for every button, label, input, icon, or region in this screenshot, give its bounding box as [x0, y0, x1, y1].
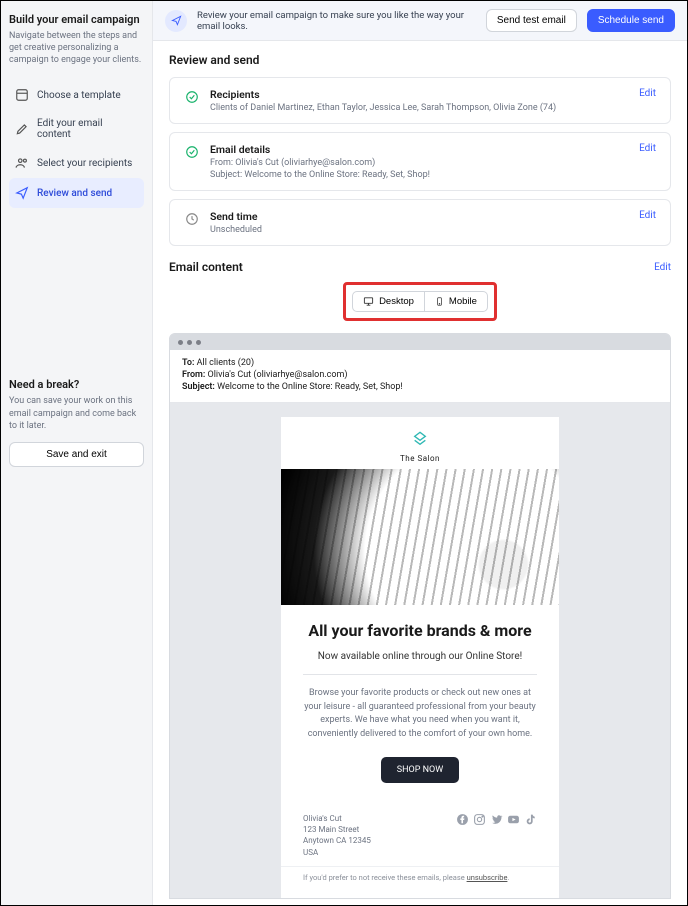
break-title: Need a break?: [9, 378, 144, 391]
card-title: Email details: [210, 143, 629, 156]
unsubscribe-line: If you'd prefer to not receive these ema…: [281, 866, 559, 898]
sidebar: Build your email campaign Navigate betwe…: [1, 1, 153, 905]
card-email-details: Email details From: Olivia's Cut (olivia…: [169, 132, 671, 191]
step-label: Select your recipients: [37, 158, 132, 169]
send-icon: [15, 186, 29, 200]
edit-details-link[interactable]: Edit: [639, 143, 656, 154]
card-title: Send time: [210, 210, 629, 223]
shop-now-button[interactable]: SHOP NOW: [381, 757, 459, 783]
email-body-text: Browse your favorite products or check o…: [303, 687, 537, 741]
email-subhead: Now available online through our Online …: [303, 651, 537, 662]
schedule-send-button[interactable]: Schedule send: [587, 9, 675, 32]
step-review-send[interactable]: Review and send: [9, 178, 144, 208]
desktop-preview-button[interactable]: Desktop: [352, 291, 425, 312]
addr-line2: Anytown CA 12345: [303, 835, 371, 846]
preview-frame: To: All clients (20) From: Olivia's Cut …: [169, 333, 671, 899]
window-traffic-lights: [170, 334, 670, 350]
subject-label: Subject:: [182, 382, 215, 392]
hero-image: [281, 469, 559, 605]
facebook-icon[interactable]: [456, 813, 469, 826]
step-choose-template[interactable]: Choose a template: [9, 80, 144, 110]
card-send-time: Send time Unscheduled Edit: [169, 199, 671, 246]
step-edit-content[interactable]: Edit your email content: [9, 110, 144, 148]
email-content-label: Email content: [169, 260, 243, 274]
edit-recipients-link[interactable]: Edit: [639, 88, 656, 99]
card-sub: Clients of Daniel Martinez, Ethan Taylor…: [210, 103, 629, 113]
preview-meta: To: All clients (20) From: Olivia's Cut …: [170, 350, 670, 403]
preview-toggle-highlight: Desktop Mobile: [343, 282, 497, 321]
subject-value: Welcome to the Online Store: Ready, Set,…: [217, 382, 403, 392]
addr-name: Olivia's Cut: [303, 813, 371, 824]
check-icon: [184, 89, 200, 105]
users-icon: [15, 156, 29, 170]
step-label: Review and send: [37, 188, 112, 199]
topbar-message: Review your email campaign to make sure …: [197, 10, 476, 32]
save-and-exit-button[interactable]: Save and exit: [9, 442, 144, 467]
twitter-icon[interactable]: [490, 813, 503, 826]
social-icons: [456, 813, 537, 826]
step-select-recipients[interactable]: Select your recipients: [9, 148, 144, 178]
tiktok-icon[interactable]: [524, 813, 537, 826]
divider: [303, 674, 537, 675]
edit-email-content-link[interactable]: Edit: [654, 262, 671, 273]
instagram-icon[interactable]: [473, 813, 486, 826]
to-label: To:: [182, 358, 194, 368]
addr-line1: 123 Main Street: [303, 824, 371, 835]
email-logo: The Salon: [281, 417, 559, 469]
check-icon: [184, 144, 200, 160]
toggle-label: Desktop: [379, 296, 414, 307]
topbar: Review your email campaign to make sure …: [153, 1, 687, 41]
from-value: Olivia's Cut (oliviarhye@salon.com): [208, 370, 348, 380]
logo-name: The Salon: [281, 454, 559, 463]
card-subject-line: Subject: Welcome to the Online Store: Re…: [210, 170, 629, 180]
step-label: Choose a template: [37, 90, 121, 101]
email-headline: All your favorite brands & more: [303, 621, 537, 641]
salon-logo-icon: [412, 431, 428, 447]
content-scroll[interactable]: Review and send Recipients Clients of Da…: [153, 41, 687, 905]
break-subtitle: You can save your work on this email cam…: [9, 395, 144, 431]
send-test-email-button[interactable]: Send test email: [486, 9, 577, 32]
unsub-text: If you'd prefer to not receive these ema…: [303, 873, 467, 882]
mobile-icon: [435, 296, 444, 307]
step-label: Edit your email content: [37, 118, 138, 140]
youtube-icon[interactable]: [507, 813, 520, 826]
card-sub: Unscheduled: [210, 225, 629, 235]
email-preview: The Salon All your favorite brands & mor…: [281, 417, 559, 898]
desktop-icon: [363, 296, 374, 307]
from-label: From:: [182, 370, 205, 380]
send-icon: [165, 10, 187, 32]
card-recipients: Recipients Clients of Daniel Martinez, E…: [169, 77, 671, 124]
pencil-icon: [15, 122, 29, 136]
sidebar-subtitle: Navigate between the steps and get creat…: [9, 30, 144, 66]
toggle-label: Mobile: [449, 296, 477, 307]
sidebar-title: Build your email campaign: [9, 13, 144, 26]
edit-sendtime-link[interactable]: Edit: [639, 210, 656, 221]
addr-country: USA: [303, 847, 371, 858]
unsubscribe-link[interactable]: unsubscribe: [467, 873, 508, 882]
footer-address: Olivia's Cut 123 Main Street Anytown CA …: [303, 813, 371, 858]
main: Review your email campaign to make sure …: [153, 1, 687, 905]
card-from-line: From: Olivia's Cut (oliviarhye@salon.com…: [210, 158, 629, 168]
email-canvas: The Salon All your favorite brands & mor…: [170, 403, 670, 898]
card-title: Recipients: [210, 88, 629, 101]
to-value: All clients (20): [197, 358, 254, 368]
clock-icon: [184, 211, 200, 227]
section-title: Review and send: [169, 53, 671, 67]
template-icon: [15, 88, 29, 102]
mobile-preview-button[interactable]: Mobile: [425, 291, 488, 312]
